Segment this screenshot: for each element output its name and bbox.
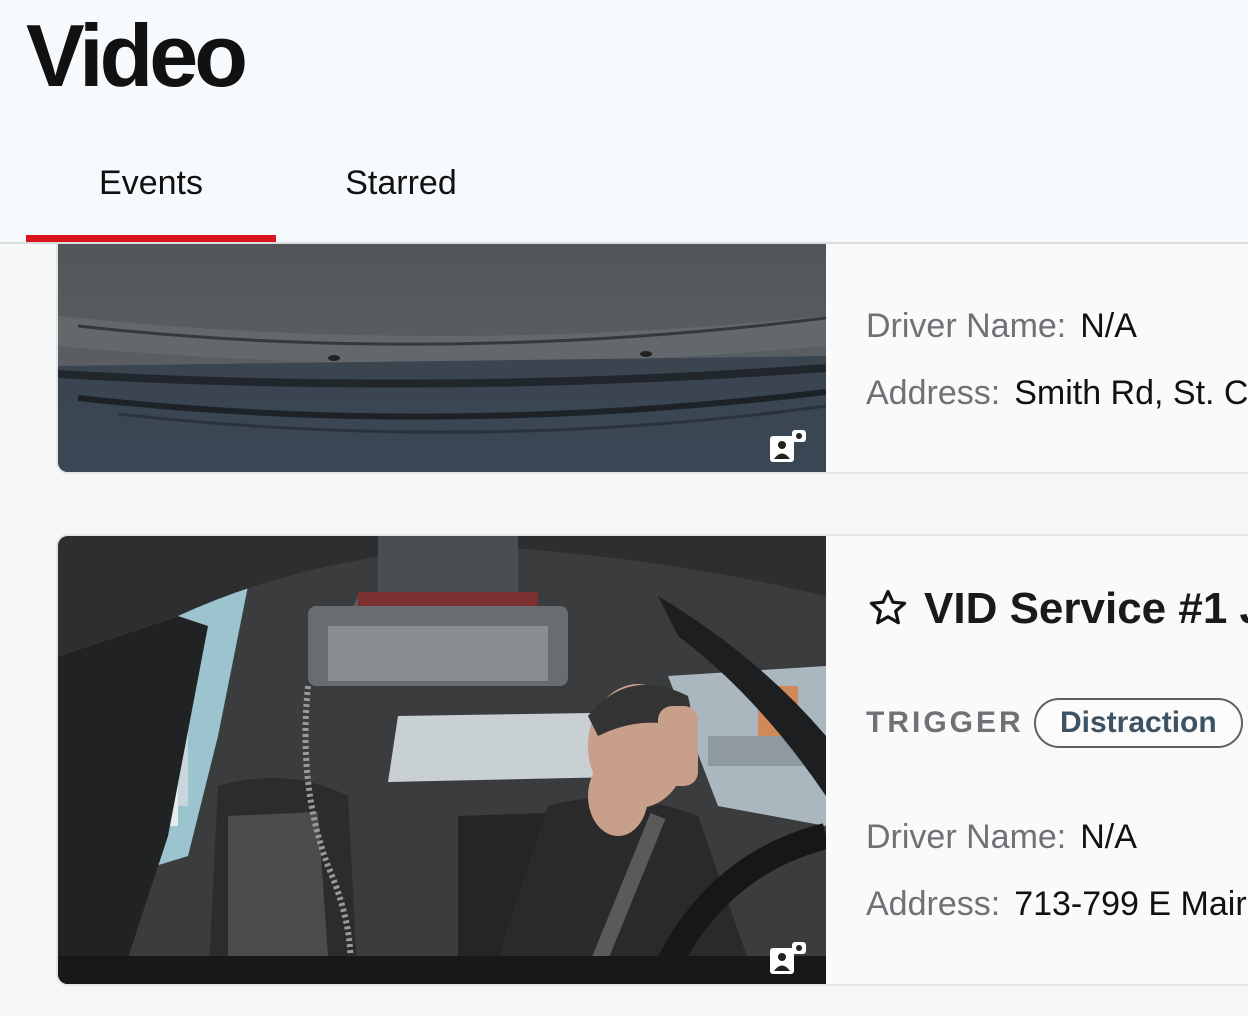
video-thumbnail[interactable] bbox=[58, 244, 826, 472]
video-thumbnail[interactable] bbox=[58, 536, 826, 984]
event-title[interactable]: VID Service #1 J bbox=[924, 584, 1248, 633]
tab-events[interactable]: Events bbox=[26, 160, 276, 242]
driver-name-label: Driver Name: bbox=[866, 307, 1067, 345]
page-header: Video Events Starred bbox=[0, 0, 1248, 244]
address-value: 713-799 E Mair bbox=[1014, 885, 1247, 923]
active-tab-indicator bbox=[26, 235, 276, 242]
address-field: Address: Smith Rd, St. C bbox=[866, 374, 1248, 413]
driver-name-field: Driver Name: N/A bbox=[866, 818, 1137, 857]
star-icon[interactable] bbox=[866, 587, 910, 640]
trigger-label: TRIGGER bbox=[866, 706, 1024, 739]
driver-name-value: N/A bbox=[1080, 818, 1137, 856]
address-field: Address: 713-799 E Mair bbox=[866, 885, 1247, 924]
driver-camera-icon bbox=[768, 428, 808, 464]
event-list[interactable]: Driver Name: N/A Address: Smith Rd, St. C bbox=[0, 244, 1248, 1016]
driver-name-value: N/A bbox=[1080, 307, 1137, 345]
address-label: Address: bbox=[866, 885, 1001, 923]
driver-camera-icon bbox=[768, 940, 808, 976]
event-card[interactable]: Driver Name: N/A Address: Smith Rd, St. C bbox=[56, 244, 1248, 474]
event-card[interactable]: VID Service #1 J TRIGGER Distraction Dri… bbox=[56, 534, 1248, 986]
driver-name-label: Driver Name: bbox=[866, 818, 1067, 856]
event-details: VID Service #1 J TRIGGER Distraction Dri… bbox=[866, 536, 1248, 984]
address-value: Smith Rd, St. C bbox=[1014, 374, 1248, 412]
tab-starred[interactable]: Starred bbox=[276, 160, 526, 242]
event-details: Driver Name: N/A Address: Smith Rd, St. C bbox=[866, 244, 1248, 472]
event-title-row: VID Service #1 J bbox=[866, 584, 1248, 640]
trigger-badge: Distraction bbox=[1034, 698, 1243, 748]
driver-name-field: Driver Name: N/A bbox=[866, 307, 1137, 346]
page-title: Video bbox=[26, 6, 248, 105]
address-label: Address: bbox=[866, 374, 1001, 412]
